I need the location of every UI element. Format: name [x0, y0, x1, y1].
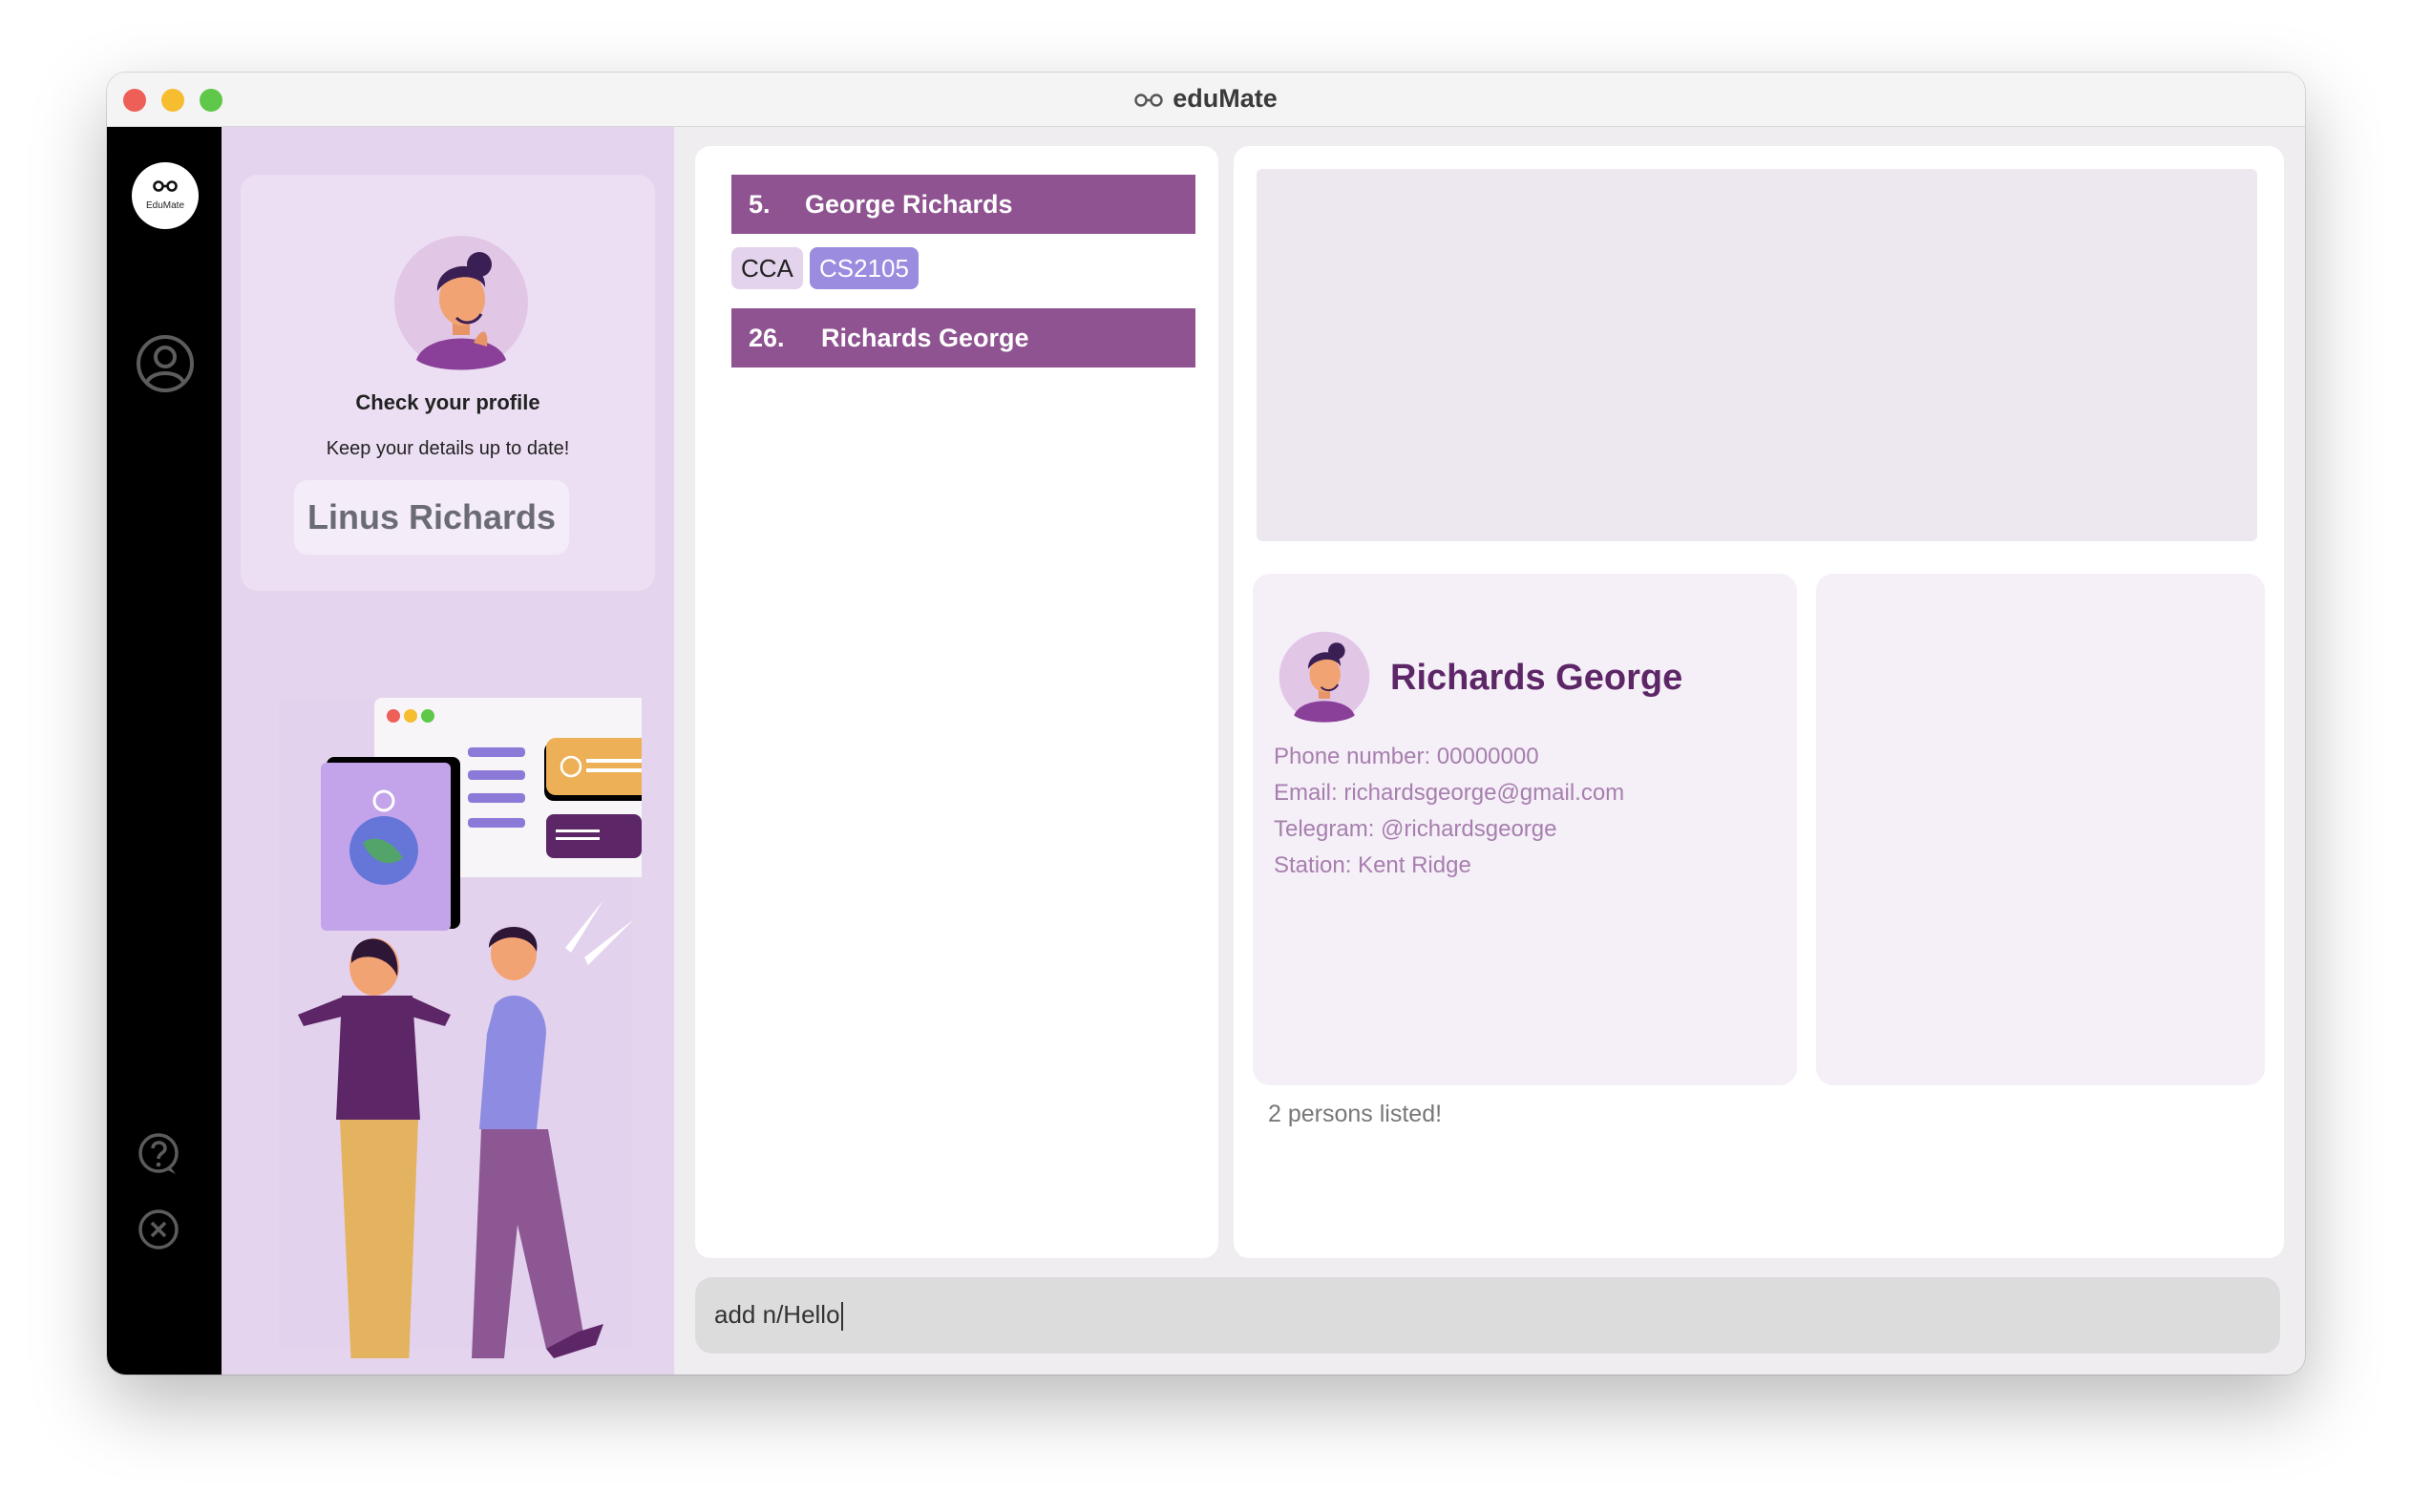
profile-icon[interactable] [136, 334, 195, 393]
window-title-text: eduMate [1173, 84, 1278, 113]
contact-telegram: Telegram: @richardsgeorge [1274, 816, 1557, 842]
contact-email: Email: richardsgeorge@gmail.com [1274, 780, 1625, 806]
text-caret [840, 1302, 843, 1332]
contact-name: Richards George [1390, 658, 1683, 698]
profile-subtitle: Keep your details up to date! [326, 438, 570, 459]
tag-module: CS2105 [810, 247, 919, 289]
person-name: Richards George [821, 324, 1029, 352]
person-card-richards-george[interactable]: 26. Richards George [731, 308, 1195, 368]
help-icon[interactable] [137, 1132, 183, 1178]
command-input-value: add n/Hello [714, 1300, 840, 1329]
nav-bar: EduMate [107, 127, 222, 1375]
sidebar: Check your profile Keep your details up … [222, 127, 674, 1375]
title-bar: eduMate [107, 73, 2305, 127]
contact-card: Richards George Phone number: 00000000 E… [1253, 574, 1797, 1085]
profile-user-name[interactable]: Linus Richards [294, 480, 569, 555]
person-name: George Richards [805, 190, 1013, 219]
banner-placeholder [1257, 169, 2257, 541]
contact-station: Station: Kent Ridge [1274, 852, 1471, 878]
result-status: 2 persons listed! [1268, 1101, 1443, 1127]
secondary-card [1816, 574, 2265, 1085]
people-illustration [279, 698, 642, 1358]
contact-avatar [1279, 631, 1370, 723]
contact-phone: Phone number: 00000000 [1274, 744, 1539, 769]
detail-panel: Richards George Phone number: 00000000 E… [1234, 146, 2284, 1258]
person-index: 5. [749, 190, 771, 219]
glasses-icon [1134, 94, 1163, 107]
logo-text: EduMate [145, 200, 185, 211]
app-window: eduMate EduMate Check your profile Keep … [107, 73, 2305, 1375]
person-index: 26. [749, 324, 785, 352]
glasses-icon [153, 180, 178, 192]
profile-heading: Check your profile [355, 390, 540, 414]
profile-card[interactable]: Check your profile Keep your details up … [241, 175, 655, 591]
command-input[interactable]: add n/Hello [695, 1277, 2280, 1354]
close-icon[interactable] [137, 1208, 183, 1254]
window-title: eduMate [107, 84, 2305, 114]
app-logo[interactable]: EduMate [132, 162, 199, 229]
person-card-george-richards[interactable]: 5. George Richards [731, 175, 1195, 234]
person-list-panel: 5. George Richards CCA CS2105 26. Richar… [695, 146, 1218, 1258]
profile-avatar [394, 236, 528, 370]
tag-cca: CCA [731, 247, 803, 289]
